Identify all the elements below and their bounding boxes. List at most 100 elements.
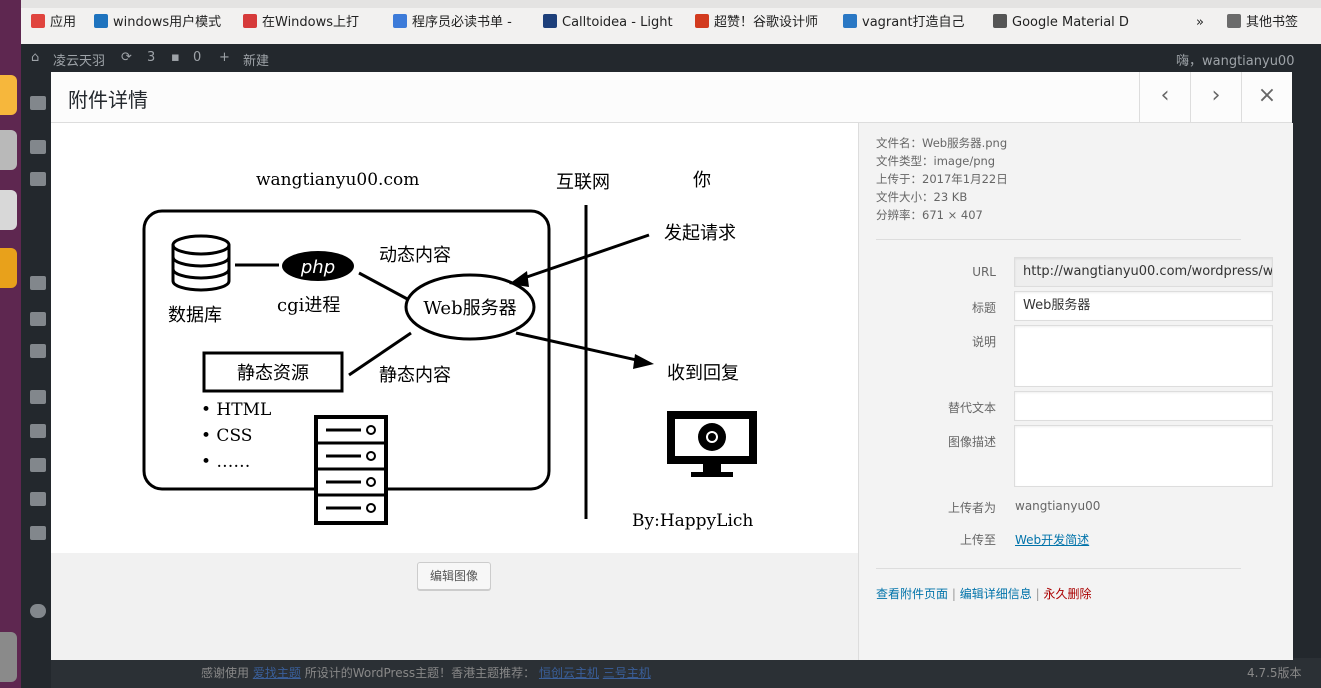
- host-link-2[interactable]: 三号主机: [603, 666, 651, 680]
- attachment-actions: 查看附件页面 | 编辑详细信息 | 永久删除: [876, 587, 1092, 601]
- bookmark-item[interactable]: vagrant打造自己: [843, 12, 983, 34]
- home-icon[interactable]: ⌂: [31, 50, 39, 65]
- diagram-site-label: wangtianyu00.com: [256, 170, 419, 190]
- media-icon[interactable]: [30, 172, 46, 186]
- comments-icon[interactable]: ▪: [171, 50, 180, 65]
- description-label: 图像描述: [947, 435, 996, 449]
- ubuntu-launcher: [0, 0, 21, 688]
- bookmarks-bar: 应用 windows用户模式 在Windows上打 程序员必读书单 - Call…: [21, 0, 1321, 45]
- previous-button[interactable]: ‹: [1139, 72, 1190, 122]
- host-link-1[interactable]: 恒创云主机: [539, 666, 599, 680]
- wp-admin-bar: ⌂ 凌云天羽 ⟳ 3 ▪ 0 + 新建 嗨，wangtianyu00: [21, 44, 1321, 72]
- comments-count: 0: [193, 50, 202, 65]
- more-bookmarks-button[interactable]: »: [1196, 12, 1216, 34]
- divider: [876, 568, 1241, 569]
- site-favicon-icon: [695, 14, 709, 28]
- bookmark-item[interactable]: 在Windows上打: [243, 12, 383, 34]
- uploaded-to-label: 上传至: [959, 533, 996, 547]
- author-label: By:HappyLich: [632, 511, 753, 531]
- alt-text-label: 替代文本: [947, 401, 996, 415]
- file-size: 文件大小：23 KB: [876, 190, 968, 204]
- users-icon[interactable]: [30, 458, 46, 472]
- appearance-icon[interactable]: [30, 390, 46, 404]
- uploaded-by-label: 上传者为: [947, 501, 996, 515]
- request-label: 发起请求: [664, 223, 736, 244]
- title-label: 标题: [971, 301, 996, 315]
- response-label: 收到回复: [667, 363, 739, 384]
- uploaded-by-value: wangtianyu00: [1015, 499, 1101, 513]
- url-field[interactable]: http://wangtianyu00.com/wordpress/wp-con…: [1014, 257, 1273, 287]
- pages-icon[interactable]: [30, 312, 46, 326]
- site-name-link[interactable]: 凌云天羽: [53, 50, 105, 69]
- cgi-label: cgi进程: [277, 295, 340, 316]
- tools-icon[interactable]: [30, 492, 46, 506]
- view-attachment-link[interactable]: 查看附件页面: [876, 587, 948, 601]
- collapse-menu-icon[interactable]: [30, 604, 46, 618]
- bullet-css: • CSS: [201, 426, 252, 446]
- title-field[interactable]: Web服务器: [1014, 291, 1273, 321]
- folder-icon: [1227, 14, 1241, 28]
- new-content-link[interactable]: 新建: [243, 50, 269, 69]
- description-textarea[interactable]: [1014, 425, 1273, 487]
- web-server-label: Web服务器: [423, 298, 516, 319]
- chevron-right-icon: ›: [1211, 83, 1221, 108]
- site-favicon-icon: [543, 14, 557, 28]
- alt-text-field[interactable]: [1014, 391, 1273, 421]
- next-button[interactable]: ›: [1190, 72, 1241, 122]
- files-launcher-icon[interactable]: [0, 130, 17, 170]
- bullet-html: • HTML: [201, 400, 271, 420]
- caption-label: 说明: [971, 335, 996, 349]
- bookmark-apps[interactable]: 应用: [31, 12, 91, 34]
- plus-icon[interactable]: +: [219, 50, 230, 65]
- account-greeting[interactable]: 嗨，wangtianyu00: [1176, 50, 1294, 69]
- firefox-launcher-icon[interactable]: [0, 75, 17, 115]
- bookmark-item[interactable]: Google Material D: [993, 12, 1133, 34]
- bookmark-item[interactable]: windows用户模式: [94, 12, 234, 34]
- static-content-label: 静态内容: [379, 365, 451, 386]
- updates-icon[interactable]: ⟳: [121, 50, 132, 65]
- dashboard-icon[interactable]: [30, 96, 46, 110]
- links-icon[interactable]: [30, 276, 46, 290]
- site-favicon-icon: [843, 14, 857, 28]
- delete-permanently-link[interactable]: 永久删除: [1043, 587, 1091, 601]
- app-launcher-icon[interactable]: [0, 248, 17, 288]
- caption-textarea[interactable]: [1014, 325, 1273, 387]
- static-resources-label: 静态资源: [237, 363, 309, 384]
- posts-icon[interactable]: [30, 140, 46, 154]
- bookmark-item[interactable]: Calltoidea - Light: [543, 12, 683, 34]
- image-preview-area: wangtianyu00.com 互联网 你 数据库 php cgi进程 动态内…: [51, 123, 858, 660]
- chrome-icon: [698, 423, 726, 451]
- other-bookmarks[interactable]: 其他书签: [1227, 12, 1317, 34]
- trash-launcher-icon[interactable]: [0, 632, 17, 682]
- theme-link[interactable]: 爱找主题: [253, 666, 301, 680]
- bookmark-item[interactable]: 超赞！谷歌设计师: [695, 12, 835, 34]
- plugins-icon[interactable]: [30, 424, 46, 438]
- database-label: 数据库: [168, 305, 222, 326]
- edit-image-button[interactable]: 编辑图像: [417, 562, 491, 590]
- attachment-details-sidebar: 文件名：Web服务器.png 文件类型：image/png 上传于：2017年1…: [858, 123, 1293, 660]
- close-button[interactable]: ×: [1241, 72, 1292, 122]
- uploaded-to-link[interactable]: Web开发简述: [1015, 531, 1089, 548]
- comments-menu-icon[interactable]: [30, 344, 46, 358]
- upload-date: 上传于：2017年1月22日: [876, 172, 1008, 186]
- file-type: 文件类型：image/png: [876, 154, 996, 168]
- divider: [876, 239, 1241, 240]
- dynamic-content-label: 动态内容: [379, 245, 451, 266]
- terminal-launcher-icon[interactable]: [0, 190, 17, 230]
- footer-credits: 感谢使用 爱找主题 所设计的WordPress主题！香港主题推荐： 恒创云主机 …: [201, 666, 651, 680]
- settings-icon[interactable]: [30, 526, 46, 540]
- wp-version: 4.7.5版本: [1247, 666, 1302, 680]
- close-icon: ×: [1257, 83, 1277, 108]
- site-favicon-icon: [243, 14, 257, 28]
- diagram-internet-label: 互联网: [556, 172, 610, 193]
- edit-details-link[interactable]: 编辑详细信息: [960, 587, 1032, 601]
- modal-title: 附件详情: [68, 88, 148, 112]
- wp-admin-menu: [21, 72, 51, 688]
- web-server-diagram-image: wangtianyu00.com 互联网 你 数据库 php cgi进程 动态内…: [51, 123, 858, 553]
- address-bar-edge: [21, 0, 1321, 8]
- file-name: 文件名：Web服务器.png: [876, 136, 1008, 150]
- bookmark-item[interactable]: 程序员必读书单 -: [393, 12, 533, 34]
- dimensions: 分辨率：671 × 407: [876, 208, 983, 222]
- wp-footer: 感谢使用 爱找主题 所设计的WordPress主题！香港主题推荐： 恒创云主机 …: [51, 658, 1321, 688]
- modal-header: 附件详情 ‹ › ×: [51, 72, 1292, 123]
